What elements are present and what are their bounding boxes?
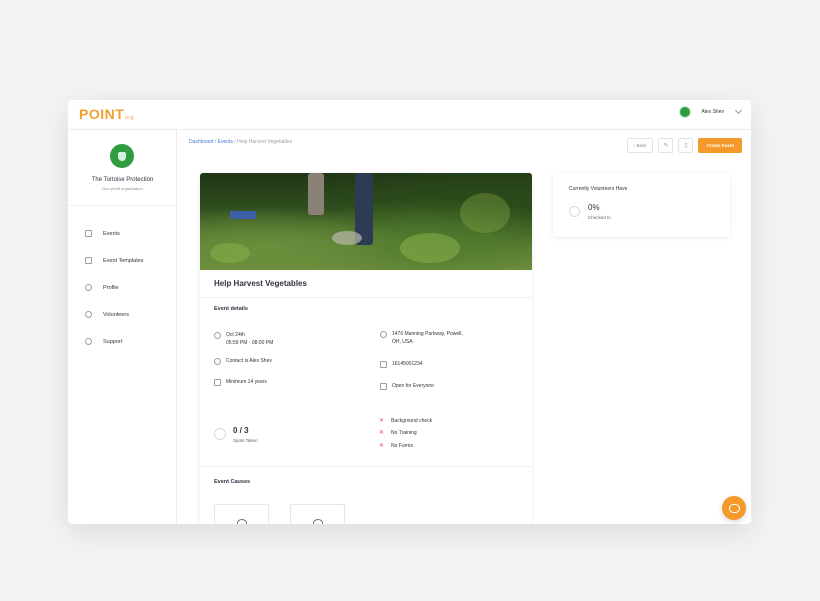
sidebar-item-event-templates[interactable]: Event Templates xyxy=(68,247,177,274)
phone-icon xyxy=(380,361,387,368)
checkin-label: Checked In xyxy=(588,215,611,220)
edit-button[interactable]: ✎ xyxy=(658,138,674,153)
delete-button[interactable]: ▯ xyxy=(678,138,694,153)
app-window: POINTorg Alex Shev The Tortoise Protecti… xyxy=(68,100,751,524)
sidebar-item-label: Support xyxy=(103,338,123,345)
close-icon: ✕ xyxy=(379,430,385,436)
event-date: Oct 24th 05:59 PM - 08:00 PM xyxy=(214,332,273,347)
person-icon xyxy=(214,358,221,365)
lifebuoy-icon xyxy=(85,338,92,345)
lock-icon xyxy=(380,383,387,390)
sidebar-item-profile[interactable]: Profile xyxy=(68,274,177,301)
location-pin-icon xyxy=(380,331,387,338)
event-address: 1476 Manning Parkway, Powell, OH, USA xyxy=(380,331,463,346)
people-icon xyxy=(237,519,247,524)
sidebar-item-label: Profile xyxy=(103,284,119,291)
create-event-button[interactable]: Create Event xyxy=(698,138,742,153)
people-icon xyxy=(85,311,92,318)
sidebar-item-label: Events xyxy=(103,230,120,237)
org-logo-icon xyxy=(110,144,134,168)
calendar-icon xyxy=(85,230,92,237)
cake-icon xyxy=(214,379,221,386)
requirement-item: ✕ No Forms xyxy=(379,443,413,449)
event-card: Help Harvest Vegetables Event details Oc… xyxy=(200,173,532,524)
close-icon: ✕ xyxy=(379,418,385,424)
volunteers-status-title: Currently Volunteers Have xyxy=(569,186,628,192)
template-icon xyxy=(85,257,92,264)
spots-label: Spots Taken xyxy=(233,438,258,443)
user-menu[interactable]: Alex Shev xyxy=(679,106,743,118)
requirement-item: ✕ No Training xyxy=(379,430,417,436)
spots-progress-ring xyxy=(214,428,226,440)
chat-button[interactable] xyxy=(722,496,746,520)
apple-icon xyxy=(313,519,323,524)
event-access: Open for Everyone xyxy=(380,383,434,390)
toolbar: ‹ Back ✎ ▯ Create Event xyxy=(626,138,742,153)
sidebar-item-events[interactable]: Events xyxy=(68,220,177,247)
event-age: Minimum 14 years xyxy=(214,379,267,386)
sidebar-item-label: Event Templates xyxy=(103,257,144,264)
org-type: Non-profit organization xyxy=(102,186,143,191)
event-phone: 16145001234 xyxy=(380,361,423,368)
org-header: The Tortoise Protection Non-profit organ… xyxy=(68,130,176,206)
avatar xyxy=(679,106,692,118)
close-icon: ✕ xyxy=(379,443,385,449)
checkin-percent: 0% xyxy=(588,203,600,212)
app-logo[interactable]: POINTorg xyxy=(79,106,134,122)
breadcrumb-current: Help Harvest Vegetables xyxy=(237,139,293,145)
cause-card[interactable] xyxy=(290,504,345,524)
event-causes-heading: Event Causes xyxy=(214,479,251,485)
checkin-progress-ring xyxy=(569,206,580,217)
sidebar: The Tortoise Protection Non-profit organ… xyxy=(68,130,177,524)
sidebar-item-volunteers[interactable]: Volunteers xyxy=(68,301,177,328)
person-icon xyxy=(85,284,92,291)
event-contact: Contact is Alex Shev xyxy=(214,358,272,365)
top-bar: POINTorg Alex Shev xyxy=(68,100,751,130)
breadcrumb: Dashboard / Events / Help Harvest Vegeta… xyxy=(189,139,293,145)
requirement-item: ✕ Background check xyxy=(379,418,433,424)
sidebar-nav: Events Event Templates Profile Volunteer… xyxy=(68,220,177,355)
org-name: The Tortoise Protection xyxy=(91,177,154,183)
sidebar-item-label: Volunteers xyxy=(103,311,129,318)
sidebar-item-support[interactable]: Support xyxy=(68,328,177,355)
breadcrumb-dashboard[interactable]: Dashboard xyxy=(189,139,213,145)
clock-icon xyxy=(214,332,221,339)
chevron-down-icon[interactable] xyxy=(734,106,743,115)
event-cover-image xyxy=(200,173,532,270)
breadcrumb-events[interactable]: Events xyxy=(218,139,233,145)
cause-card[interactable] xyxy=(214,504,269,524)
volunteers-status-card: Currently Volunteers Have 0% Checked In xyxy=(553,173,730,237)
spots-count: 0 / 3 xyxy=(233,426,249,435)
pencil-icon: ✎ xyxy=(663,143,669,149)
event-details-heading: Event details xyxy=(214,306,248,312)
event-title: Help Harvest Vegetables xyxy=(214,279,307,288)
trash-icon: ▯ xyxy=(684,143,688,149)
user-name: Alex Shev xyxy=(701,109,724,115)
chat-bubble-icon xyxy=(728,503,740,513)
back-button[interactable]: ‹ Back xyxy=(626,138,654,153)
